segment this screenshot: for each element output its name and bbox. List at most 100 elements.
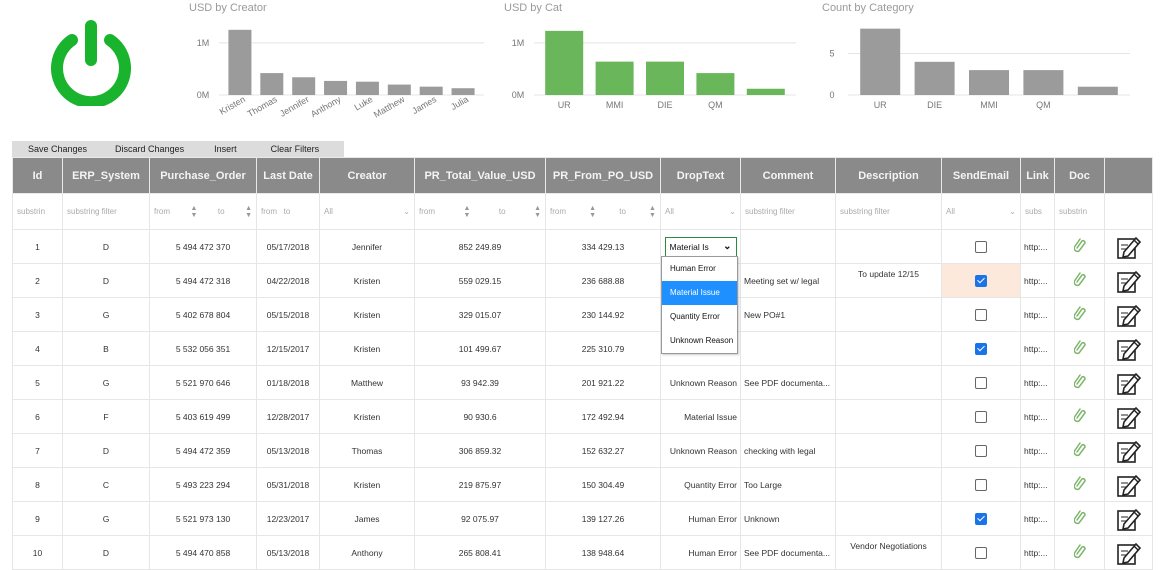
sendemail-checkbox[interactable] — [975, 240, 987, 253]
cell-comment[interactable]: Unknown — [740, 501, 836, 536]
dropdown-option[interactable]: Unknown Reason — [662, 329, 737, 353]
cell-edit[interactable] — [1104, 501, 1153, 536]
cell-doc[interactable] — [1054, 331, 1105, 366]
cell-from-po[interactable]: 138 948.64 — [545, 535, 661, 570]
cell-description[interactable] — [835, 365, 942, 400]
paperclip-icon[interactable] — [1073, 544, 1086, 562]
discard-changes-button[interactable]: Discard Changes — [101, 141, 200, 157]
cell-total-value[interactable]: 329 015.07 — [414, 297, 546, 332]
droptext-select[interactable]: Material Is ⌄ — [664, 236, 737, 257]
table-row[interactable]: 6F5 403 619 499 12/28/2017 Kristen 90 930.6… — [12, 399, 1153, 434]
cell-from-po[interactable]: 334 429.13 — [545, 229, 661, 264]
cell-from-po[interactable]: 230 144.92 — [545, 297, 661, 332]
cell-last-date[interactable]: 05/13/2018 — [256, 535, 320, 570]
cell-doc[interactable] — [1054, 263, 1105, 298]
cell-comment[interactable] — [740, 229, 836, 264]
col-header-comment[interactable]: Comment — [740, 157, 836, 194]
cell-link[interactable]: http:... — [1020, 263, 1055, 298]
cell-erp[interactable]: B — [62, 331, 150, 366]
sendemail-checkbox[interactable] — [975, 274, 987, 287]
spinner-icon[interactable]: ▲ ▼ — [245, 205, 252, 219]
filter-erp[interactable]: substring filter — [62, 193, 150, 230]
cell-comment[interactable]: Meeting set w/ legal — [740, 263, 836, 298]
paperclip-icon[interactable] — [1073, 408, 1086, 426]
cell-last-date[interactable]: 05/15/2018 — [256, 297, 320, 332]
sendemail-checkbox[interactable] — [975, 444, 987, 457]
col-header-link[interactable]: Link — [1020, 157, 1055, 194]
col-header-purchase-order[interactable]: Purchase_Order — [149, 157, 257, 194]
cell-comment[interactable]: See PDF documenta... — [740, 365, 836, 400]
edit-icon[interactable] — [1116, 540, 1142, 566]
cell-edit[interactable] — [1104, 433, 1153, 468]
cell-from-po[interactable]: 172 492.94 — [545, 399, 661, 434]
cell-purchase-order[interactable]: 5 494 472 359 — [149, 433, 257, 468]
cell-total-value[interactable]: 92 075.97 — [414, 501, 546, 536]
cell-description[interactable]: Vendor Negotiations — [835, 535, 942, 570]
paperclip-icon[interactable] — [1073, 442, 1086, 460]
cell-link[interactable]: http:... — [1020, 331, 1055, 366]
col-header-pr-from-po[interactable]: PR_From_PO_USD — [545, 157, 661, 194]
cell-total-value[interactable]: 93 942.39 — [414, 365, 546, 400]
cell-edit[interactable] — [1104, 399, 1153, 434]
cell-description[interactable] — [835, 433, 942, 468]
paperclip-icon[interactable] — [1073, 272, 1086, 290]
col-header-pr-total-value[interactable]: PR_Total_Value_USD — [414, 157, 546, 194]
sendemail-checkbox[interactable] — [975, 376, 987, 389]
bar[interactable] — [545, 30, 584, 95]
col-header-id[interactable]: Id — [12, 157, 63, 194]
bar[interactable] — [696, 73, 735, 95]
cell-creator[interactable]: Kristen — [319, 263, 415, 298]
sendemail-checkbox[interactable] — [975, 410, 987, 423]
cell-creator[interactable]: Kristen — [319, 297, 415, 332]
paperclip-icon[interactable] — [1073, 238, 1086, 256]
bar[interactable] — [355, 81, 379, 95]
spinner-icon[interactable]: ▲ ▼ — [649, 205, 656, 219]
table-row[interactable]: 2D5 494 472 318 04/22/2018 Kristen 559 029.… — [12, 263, 1153, 298]
spinner-icon[interactable]: ▲ ▼ — [534, 205, 541, 219]
table-row[interactable]: 9G5 521 973 130 12/23/2017 James 92 075.97 1… — [12, 501, 1153, 536]
cell-erp[interactable]: F — [62, 399, 150, 434]
cell-edit[interactable] — [1104, 331, 1153, 366]
cell-purchase-order[interactable]: 5 494 472 370 — [149, 229, 257, 264]
cell-erp[interactable]: C — [62, 467, 150, 502]
bar[interactable] — [1077, 86, 1118, 95]
edit-icon[interactable] — [1116, 370, 1142, 396]
table-row[interactable]: 1D5 494 472 370 05/17/2018 Jennifer 852 249… — [12, 229, 1153, 264]
cell-total-value[interactable]: 265 808.41 — [414, 535, 546, 570]
cell-sendemail[interactable] — [941, 229, 1021, 264]
cell-comment[interactable] — [740, 331, 836, 366]
cell-total-value[interactable]: 852 249.89 — [414, 229, 546, 264]
table-row[interactable]: 4B5 532 056 351 12/15/2017 Kristen 101 499.… — [12, 331, 1153, 366]
cell-doc[interactable] — [1054, 433, 1105, 468]
cell-creator[interactable]: Jennifer — [319, 229, 415, 264]
col-header-droptext[interactable]: DropText — [660, 157, 741, 194]
cell-sendemail[interactable] — [941, 535, 1021, 570]
cell-creator[interactable]: Thomas — [319, 433, 415, 468]
insert-button[interactable]: Insert — [200, 141, 253, 157]
cell-from-po[interactable]: 236 688.88 — [545, 263, 661, 298]
sendemail-checkbox[interactable] — [975, 308, 987, 321]
edit-icon[interactable] — [1116, 438, 1142, 464]
cell-erp[interactable]: G — [62, 501, 150, 536]
cell-edit[interactable] — [1104, 535, 1153, 570]
cell-from-po[interactable]: 152 632.27 — [545, 433, 661, 468]
cell-description[interactable] — [835, 331, 942, 366]
paperclip-icon[interactable] — [1073, 306, 1086, 324]
bar[interactable] — [595, 61, 634, 95]
table-row[interactable]: 7D5 494 472 359 05/13/2018 Thomas 306 859.3… — [12, 433, 1153, 468]
cell-creator[interactable]: James — [319, 501, 415, 536]
cell-description[interactable] — [835, 467, 942, 502]
bar[interactable] — [228, 29, 252, 96]
cell-comment[interactable]: New PO#1 — [740, 297, 836, 332]
dropdown-option[interactable]: Material Issue — [662, 281, 737, 305]
cell-from-po[interactable]: 139 127.26 — [545, 501, 661, 536]
edit-icon[interactable] — [1116, 234, 1142, 260]
cell-droptext[interactable]: Unknown Reason — [660, 365, 741, 400]
cell-link[interactable]: http:... — [1020, 535, 1055, 570]
cell-sendemail[interactable] — [941, 433, 1021, 468]
filter-total[interactable]: from ▲ ▼ to ▲ ▼ — [414, 193, 546, 230]
col-header-description[interactable]: Description — [835, 157, 942, 194]
cell-total-value[interactable]: 559 029.15 — [414, 263, 546, 298]
cell-last-date[interactable]: 05/17/2018 — [256, 229, 320, 264]
dropdown-option[interactable]: Quantity Error — [662, 305, 737, 329]
